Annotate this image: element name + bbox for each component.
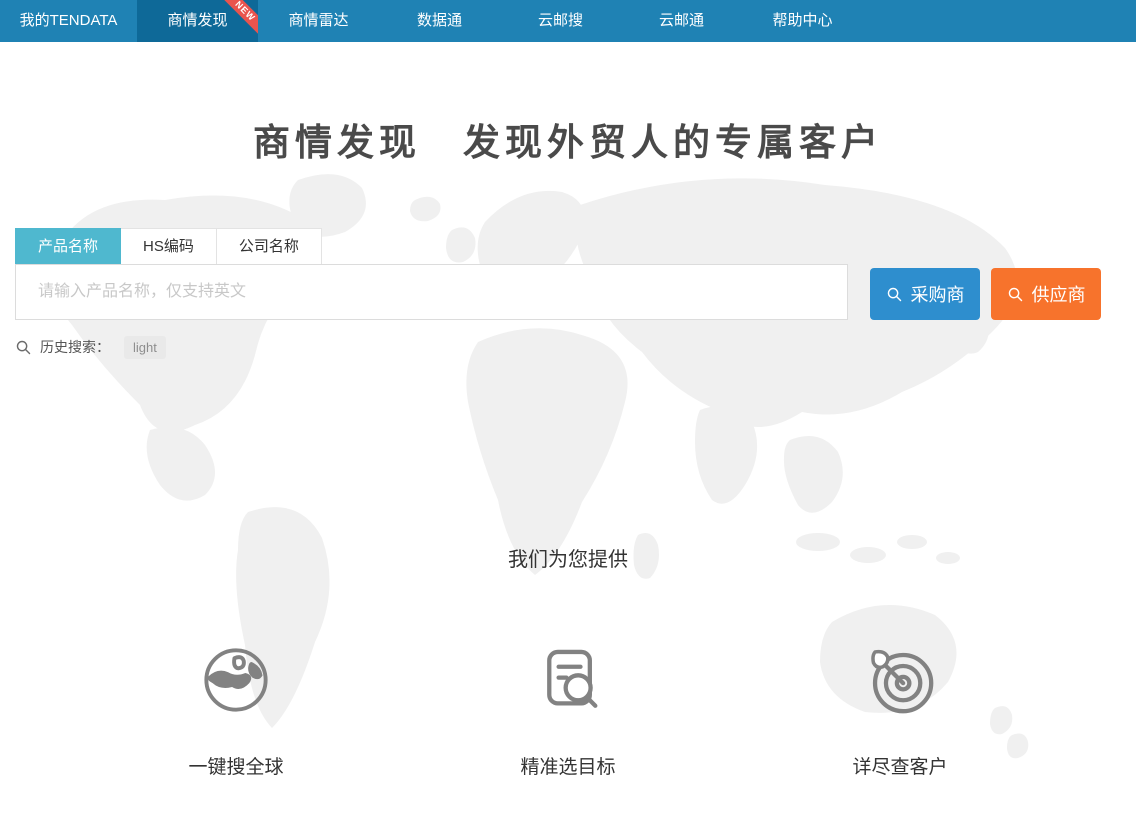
provide-section-title: 我们为您提供: [0, 543, 1136, 572]
buyer-button-label: 采购商: [911, 281, 965, 307]
search-icon: [886, 286, 903, 303]
nav-item-label: 商情发现: [167, 12, 227, 29]
feature-label: 详尽查客户: [820, 752, 980, 779]
product-search-input[interactable]: [15, 264, 848, 320]
page: 我的TENDATA 商情发现 NEW 商情雷达 数据通 云邮搜 云邮通 帮助中心…: [0, 0, 1136, 814]
supplier-button-label: 供应商: [1032, 281, 1086, 307]
history-search-row: 历史搜索： light: [15, 334, 166, 360]
feature-precise-targeting: 精准选目标: [488, 640, 648, 779]
feature-global-search: 一键搜全球: [156, 640, 316, 779]
nav-item-help-center[interactable]: 帮助中心: [742, 0, 863, 42]
tab-hs-code[interactable]: HS编码: [121, 228, 217, 264]
doc-search-icon: [488, 640, 648, 720]
nav-item-data-link[interactable]: 数据通: [379, 0, 500, 42]
nav-item-cloud-mail-search[interactable]: 云邮搜: [500, 0, 621, 42]
features-row: 一键搜全球 精准选目标: [156, 640, 980, 779]
search-icon: [1007, 286, 1024, 303]
history-search-icon: [15, 339, 32, 356]
feature-detailed-customer-check: 详尽查客户: [820, 640, 980, 779]
buyer-search-button[interactable]: 采购商: [870, 268, 980, 320]
search-tabs: 产品名称 HS编码 公司名称: [15, 228, 322, 264]
supplier-search-button[interactable]: 供应商: [991, 268, 1101, 320]
feature-label: 一键搜全球: [156, 752, 316, 779]
tab-product-name[interactable]: 产品名称: [15, 228, 121, 264]
nav-item-business-discovery[interactable]: 商情发现 NEW: [137, 0, 258, 42]
nav-item-cloud-mail[interactable]: 云邮通: [621, 0, 742, 42]
history-tag[interactable]: light: [124, 336, 166, 359]
nav-item-business-radar[interactable]: 商情雷达: [258, 0, 379, 42]
hero-headline: 商情发现 发现外贸人的专属客户: [0, 112, 1136, 166]
tab-company-name[interactable]: 公司名称: [217, 228, 322, 264]
nav-item-my-tendata[interactable]: 我的TENDATA: [0, 0, 137, 42]
history-search-label: 历史搜索：: [40, 337, 110, 357]
globe-icon: [156, 640, 316, 720]
top-navigation: 我的TENDATA 商情发现 NEW 商情雷达 数据通 云邮搜 云邮通 帮助中心: [0, 0, 1136, 42]
feature-label: 精准选目标: [488, 752, 648, 779]
target-dart-icon: [820, 640, 980, 720]
